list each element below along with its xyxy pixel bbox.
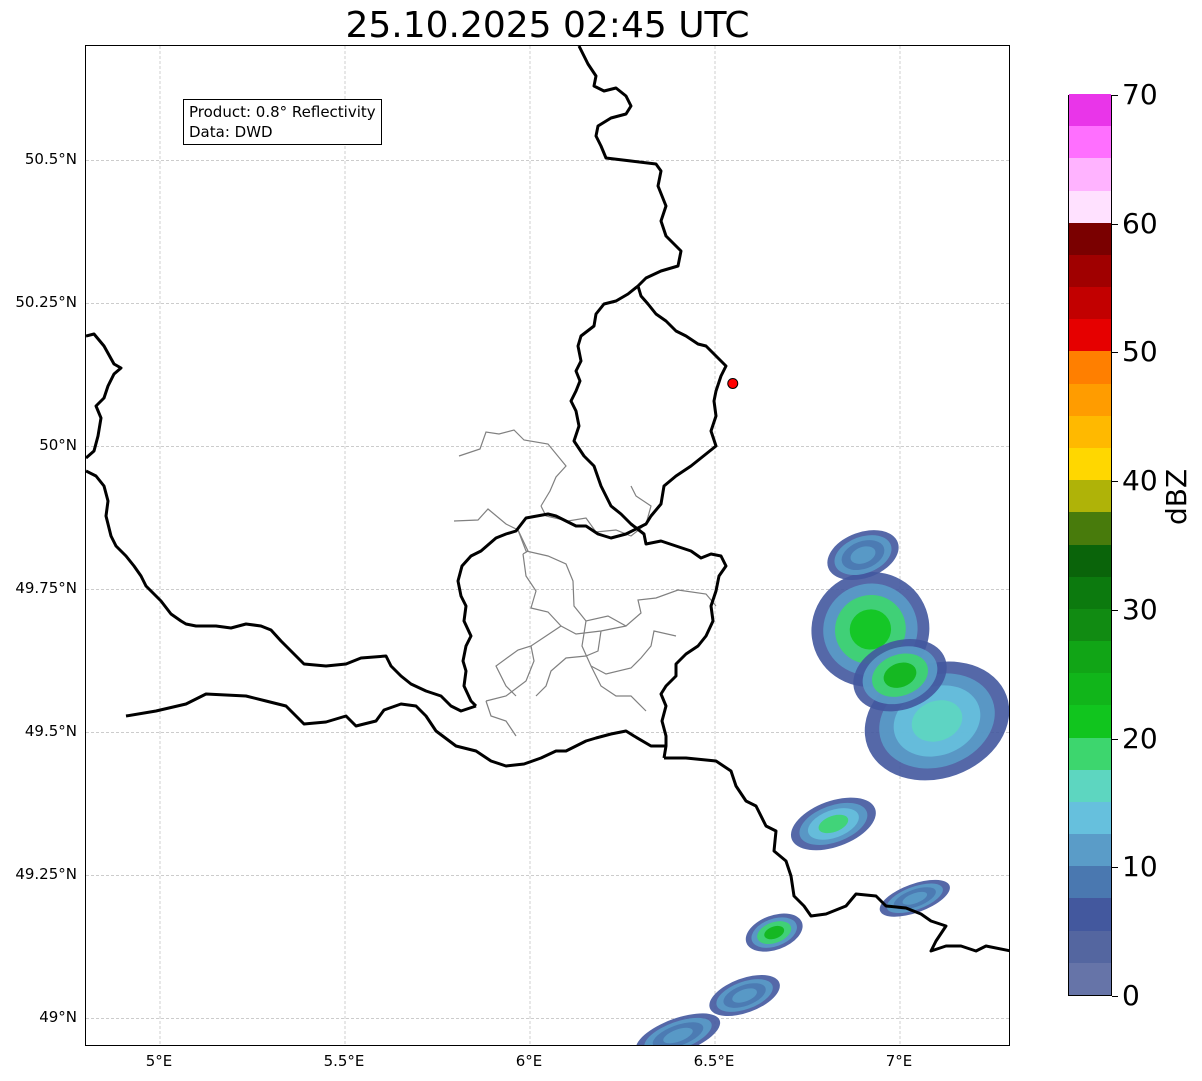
colorbar-tick	[1112, 867, 1118, 869]
colorbar-tick-label: 0	[1122, 979, 1140, 1012]
colorbar-segment	[1069, 672, 1111, 706]
info-box: Product: 0.8° Reflectivity Data: DWD	[183, 99, 382, 145]
colorbar-segment	[1069, 640, 1111, 674]
colorbar-tick-label: 50	[1122, 335, 1158, 369]
border-germany-france	[664, 756, 1009, 953]
colorbar-tick-label: 60	[1122, 206, 1158, 240]
latitude-tick-label: 50.25°N	[15, 293, 77, 312]
colorbar-tick	[1112, 609, 1118, 611]
colorbar-segment	[1069, 190, 1111, 223]
colorbar-tick-label: 70	[1122, 78, 1158, 111]
colorbar-segment	[1069, 254, 1111, 288]
colorbar-segment	[1069, 769, 1111, 802]
colorbar-segment	[1069, 286, 1111, 320]
colorbar-tick	[1112, 95, 1118, 96]
longitude-tick-label: 6°E	[515, 1052, 543, 1070]
colorbar-segment	[1069, 125, 1111, 159]
colorbar-tick	[1112, 738, 1118, 740]
canton-boundary	[560, 625, 627, 635]
latitude-tick-label: 49.5°N	[24, 722, 77, 741]
colorbar-segment	[1069, 383, 1111, 416]
colorbar-segment	[1069, 415, 1111, 448]
colorbar-segment	[1069, 704, 1111, 738]
border-luxembourg-france	[125, 692, 666, 768]
longitude-tick-label: 5.5°E	[323, 1052, 365, 1070]
colorbar-tick-label: 40	[1122, 464, 1158, 498]
canton-boundary	[581, 620, 677, 675]
product-label: Product: 0.8° Reflectivity	[189, 103, 376, 121]
colorbar-segment	[1069, 865, 1111, 899]
border-luxembourg-belgium	[456, 285, 728, 708]
colorbar-segment	[1069, 962, 1111, 995]
colorbar-segment	[1069, 930, 1111, 963]
colorbar-segment	[1069, 801, 1111, 835]
latitude-tick-label: 49.75°N	[15, 579, 77, 598]
colorbar-segment	[1069, 576, 1111, 609]
colorbar-tick	[1112, 996, 1118, 997]
latitude-tick-label: 50°N	[39, 436, 77, 455]
colorbar-tick-label: 30	[1122, 592, 1158, 626]
border-belgium-netherlands	[86, 332, 123, 460]
canton-boundary	[590, 665, 647, 712]
colorbar-segment	[1069, 479, 1111, 513]
longitude-tick-label: 6.5°E	[693, 1052, 735, 1070]
radar-map: Product: 0.8° Reflectivity Data: DWD	[85, 45, 1010, 1046]
latitude-tick-label: 50.5°N	[24, 150, 77, 169]
colorbar-segment	[1069, 897, 1111, 931]
colorbar-tick-label: 10	[1122, 850, 1158, 884]
colorbar-segment	[1069, 737, 1111, 770]
colorbar-segment	[1069, 833, 1111, 867]
longitude-tick-label: 7°E	[885, 1052, 913, 1070]
map-canvas	[86, 46, 1009, 1045]
colorbar-segment	[1069, 222, 1111, 255]
colorbar-segment	[1069, 608, 1111, 642]
map-title: 25.10.2025 02:45 UTC	[345, 5, 750, 46]
colorbar-segment	[1069, 93, 1111, 127]
colorbar-tick	[1112, 481, 1118, 483]
radar-site-marker	[727, 377, 739, 389]
canton-boundary	[485, 700, 517, 737]
colorbar-segment	[1069, 447, 1111, 481]
colorbar-tick-label: 20	[1122, 721, 1158, 755]
colorbar-unit-label: dBZ	[1160, 468, 1193, 525]
border-belgium-france	[86, 469, 477, 713]
latitude-tick-label: 49°N	[39, 1008, 77, 1027]
colorbar-tick	[1112, 352, 1118, 354]
colorbar-segment	[1069, 511, 1111, 545]
longitude-tick-label: 5°E	[145, 1052, 173, 1070]
canton-boundary	[535, 630, 602, 697]
canton-boundary	[485, 645, 535, 702]
canton-boundary	[458, 429, 567, 507]
reflectivity-layer	[635, 530, 1009, 1045]
colorbar-segment	[1069, 157, 1111, 191]
colorbar-tick	[1112, 223, 1118, 225]
latitude-tick-label: 49.25°N	[15, 865, 77, 884]
colorbar-segment	[1069, 350, 1111, 384]
colorbar-segment	[1069, 318, 1111, 352]
border-germany-west	[569, 46, 728, 759]
colorbar-segment	[1069, 544, 1111, 577]
colorbar	[1068, 93, 1112, 996]
data-source-label: Data: DWD	[189, 123, 273, 141]
